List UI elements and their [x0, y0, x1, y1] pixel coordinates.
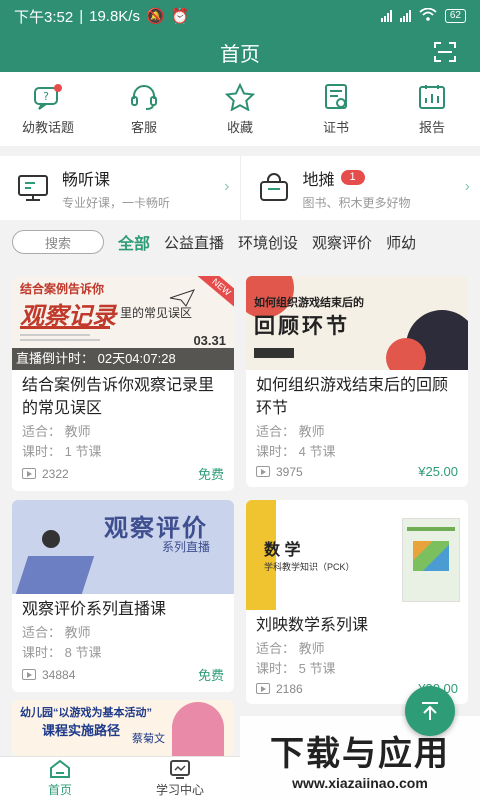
course-audience: 适合： 教师 — [256, 424, 325, 439]
network-speed: 19.8K/s — [89, 7, 140, 25]
mute-icon: 🔕 — [145, 8, 165, 25]
course-lessons: 课时： 4 节课 — [256, 444, 336, 459]
course-cover: 结合案例告诉你 观察记录 里的常见误区 NEW 03.31 直播倒计时： 02天… — [12, 276, 234, 370]
tab-study-center[interactable]: 学习中心 — [120, 757, 240, 800]
signal-icon-2 — [399, 10, 411, 22]
alarm-icon: ⏰ — [170, 8, 190, 25]
wifi-icon — [419, 7, 437, 24]
tab-public-live[interactable]: 公益直播 — [164, 232, 224, 253]
promo-subtitle: 专业好课，一卡畅听 — [62, 195, 171, 210]
category-bar: 搜索 全部 公益直播 环境创设 观察评价 师幼 — [0, 226, 480, 258]
monitor-icon — [18, 175, 48, 201]
tab-home[interactable]: 首页 — [0, 757, 120, 800]
course-audience: 适合： 教师 — [256, 641, 325, 656]
book-image — [402, 518, 460, 602]
course-cover: 如何组织游戏结束后的 回顾环节 — [246, 276, 468, 370]
course-cover: 观察评价 系列直播 — [12, 500, 234, 594]
arrow-up-icon — [422, 702, 438, 720]
course-price: 免费 — [197, 467, 224, 482]
play-icon — [256, 466, 270, 477]
promo-badge: 1 — [340, 170, 365, 185]
promo-subtitle: 图书、积木更多好物 — [302, 195, 411, 210]
course-cover: 幼儿园“以游戏为基本活动” 课程实施路径 蔡菊文 — [12, 700, 234, 756]
promo-row: 畅听课 专业好课，一卡畅听 › 地摊 1 图书、积木更多好物 › — [0, 156, 480, 220]
quick-reports[interactable]: 报告 — [384, 72, 480, 146]
svg-text:?: ? — [43, 90, 49, 103]
tab-environment[interactable]: 环境创设 — [238, 232, 298, 253]
chevron-right-icon: › — [464, 178, 470, 195]
course-card[interactable]: 观察评价 系列直播 观察评价系列直播课 适合： 教师 课时： 8 节课 3488… — [12, 500, 234, 692]
course-title: 刘映数学系列课 — [256, 617, 369, 634]
certificate-icon — [325, 83, 347, 109]
star-icon — [225, 82, 255, 111]
home-icon — [50, 759, 70, 778]
course-views: 2186 — [276, 681, 303, 696]
course-title: 如何组织游戏结束后的回顾环节 — [256, 377, 449, 417]
course-card[interactable]: 结合案例告诉你 观察记录 里的常见误区 NEW 03.31 直播倒计时： 02天… — [12, 276, 234, 491]
study-center-icon — [170, 760, 190, 779]
live-countdown: 直播倒计时： 02天04:07:28 — [12, 348, 234, 370]
course-cover: 数 学 学科教学知识（PCK） — [246, 500, 468, 610]
course-lessons: 课时： 5 节课 — [256, 661, 336, 676]
promo-title: 畅听课 — [62, 171, 111, 189]
headset-icon — [131, 84, 157, 110]
new-badge: NEW — [196, 276, 234, 310]
course-audience: 适合： 教师 — [22, 625, 91, 640]
status-bar: 下午3:52 | 19.8K/s 🔕 ⏰ 62 — [0, 0, 480, 32]
page-title: 首页 — [220, 43, 260, 66]
course-views: 3975 — [276, 464, 303, 479]
quick-certificates[interactable]: 证书 — [288, 72, 384, 146]
search-input[interactable]: 搜索 — [12, 230, 104, 254]
quick-favorites[interactable]: 收藏 — [192, 72, 288, 146]
course-lessons: 课时： 8 节课 — [22, 645, 102, 660]
play-icon — [22, 669, 36, 680]
course-price: ¥25.00 — [418, 464, 458, 479]
course-card[interactable]: 数 学 学科教学知识（PCK） 刘映数学系列课 适合： 教师 课时： 5 节课 … — [246, 500, 468, 704]
course-card[interactable]: 如何组织游戏结束后的 回顾环节 如何组织游戏结束后的回顾环节 适合： 教师 课时… — [246, 276, 468, 487]
course-audience: 适合： 教师 — [22, 424, 91, 439]
back-to-top-button[interactable] — [405, 686, 455, 736]
shopping-bag-icon — [259, 173, 288, 201]
course-views: 2322 — [42, 466, 69, 481]
signal-icon — [380, 10, 392, 22]
course-views: 34884 — [42, 667, 76, 682]
person-figure — [42, 530, 60, 548]
play-icon — [256, 683, 270, 694]
quick-topics[interactable]: ? 幼教话题 — [0, 72, 96, 146]
course-card[interactable]: 幼儿园“以游戏为基本活动” 课程实施路径 蔡菊文 — [12, 700, 234, 756]
chat-question-icon: ? — [34, 83, 62, 110]
scan-icon[interactable] — [434, 42, 456, 62]
tab-teacher-child[interactable]: 师幼 — [386, 232, 416, 253]
course-lessons: 课时： 1 节课 — [22, 444, 102, 459]
paper-plane-icon — [169, 289, 195, 307]
course-price: 免费 — [197, 668, 224, 683]
course-title: 观察评价系列直播课 — [22, 601, 167, 618]
tab-observation[interactable]: 观察评价 — [312, 232, 372, 253]
report-chart-icon — [419, 84, 445, 109]
tab-all[interactable]: 全部 — [118, 230, 150, 254]
quick-service[interactable]: 客服 — [96, 72, 192, 146]
bottom-tab-bar: 首页 学习中心 — [0, 756, 240, 800]
play-icon — [22, 468, 36, 479]
promo-stall[interactable]: 地摊 1 图书、积木更多好物 › — [239, 156, 480, 220]
battery-icon: 62 — [444, 9, 466, 23]
chevron-right-icon: › — [224, 178, 230, 195]
course-title: 结合案例告诉你观察记录里的常见误区 — [22, 377, 215, 417]
teacher-photo — [172, 702, 224, 756]
status-time: 下午3:52 — [14, 8, 74, 26]
promo-listen-course[interactable]: 畅听课 专业好课，一卡畅听 › — [0, 156, 240, 220]
promo-title: 地摊 — [302, 171, 335, 189]
quick-actions: ? 幼教话题 客服 收藏 证书 报告 — [0, 72, 480, 146]
top-nav-bar: 首页 — [0, 32, 480, 72]
